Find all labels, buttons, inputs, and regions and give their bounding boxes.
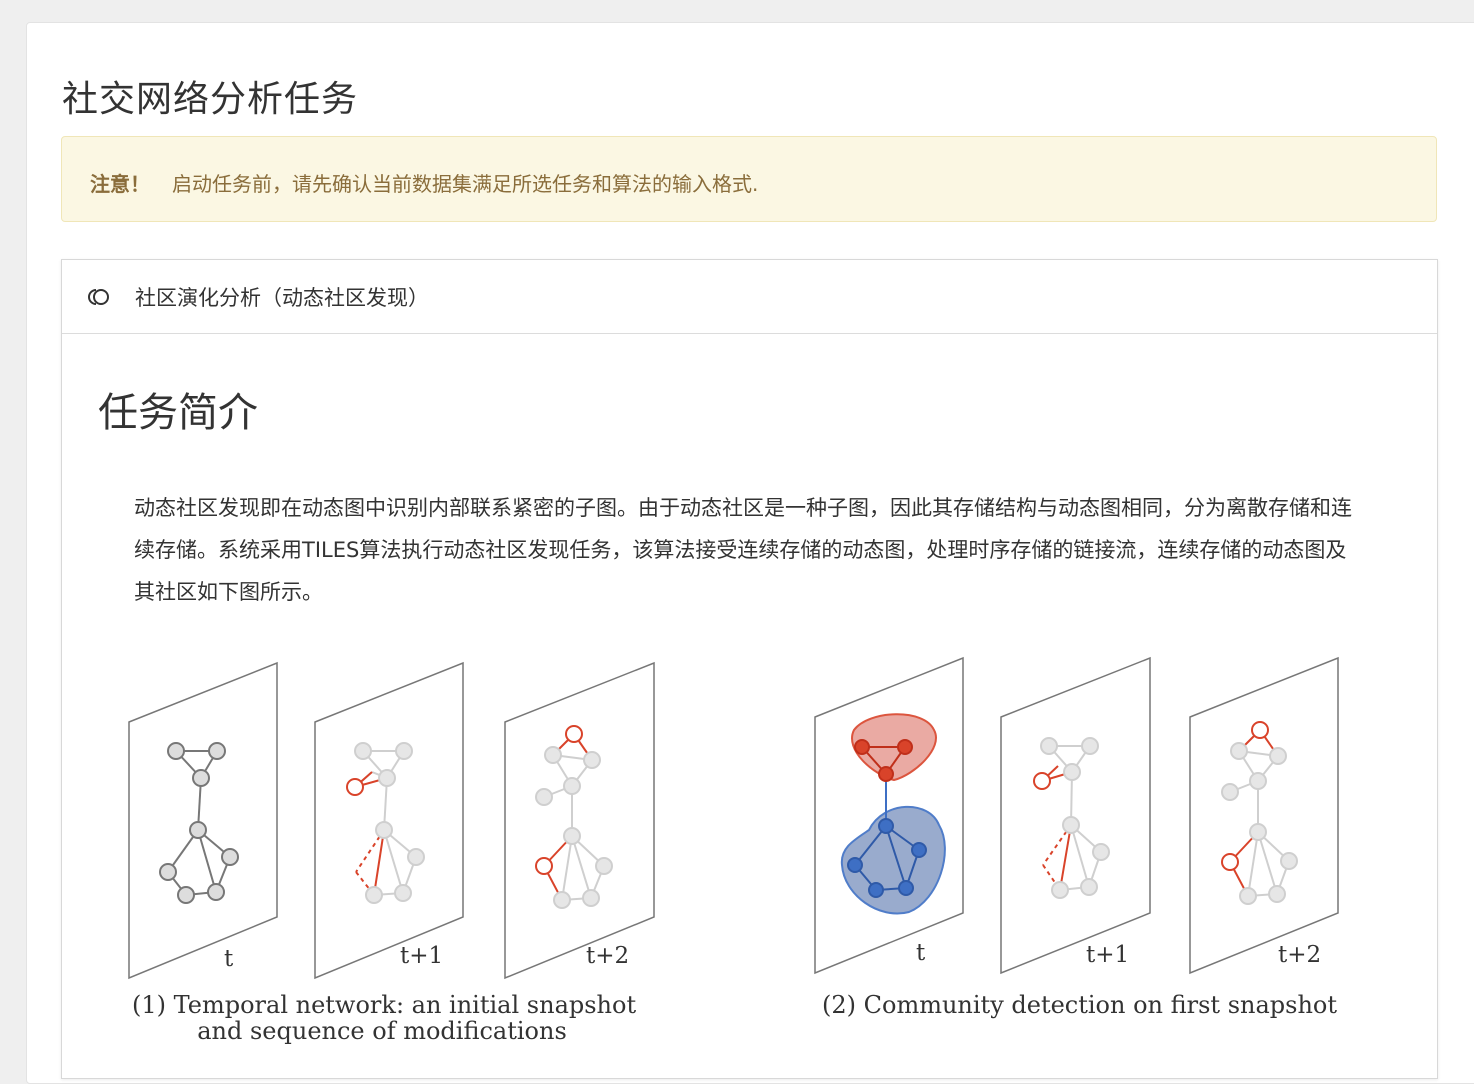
section-title: 任务简介: [98, 390, 258, 436]
frame-label-t1: t+1: [400, 943, 444, 969]
snapshot-plane: [1189, 656, 1339, 975]
panel-title: 社区演化分析（动态社区发现）: [135, 286, 429, 310]
task-panel: 社区演化分析（动态社区发现） 任务简介 动态社区发现即在动态图中识别内部联系紧密…: [61, 259, 1438, 1079]
warning-alert: 注意！ 启动任务前，请先确认当前数据集满足所选任务和算法的输入格式.: [61, 136, 1437, 222]
graph-t: [159, 742, 239, 904]
caption-line: (2) Community detection on first snapsho…: [822, 991, 1338, 1019]
community-rings-icon: [86, 286, 114, 308]
panel-header[interactable]: 社区演化分析（动态社区发现）: [62, 260, 1437, 334]
page-title: 社交网络分析任务: [62, 79, 359, 120]
snapshot-plane: [504, 661, 655, 980]
snapshot-plane: [1000, 656, 1151, 975]
figure-caption-right: (2) Community detection on first snapsho…: [822, 991, 1338, 1019]
alert-message: 启动任务前，请先确认当前数据集满足所选任务和算法的输入格式.: [172, 172, 759, 196]
caption-line: and sequence of modifications: [197, 1017, 567, 1045]
frame-label-t: t: [916, 940, 926, 966]
frame-label-t2: t+2: [586, 943, 630, 969]
frame-label-t2: t+2: [1278, 942, 1322, 968]
snapshot-plane: [314, 661, 464, 980]
alert-strong-label: 注意！: [90, 172, 150, 196]
caption-line: (1) Temporal network: an initial snapsho…: [132, 991, 637, 1019]
frame-label-t: t: [224, 946, 234, 972]
frame-label-t1: t+1: [1086, 942, 1130, 968]
tiles-figure: t t+1 t+2 t t+1 t+2 (1) Temporal network…: [124, 650, 1354, 1070]
figure-caption-left: (1) Temporal network: an initial snapsho…: [132, 991, 637, 1045]
snapshot-plane: [128, 661, 278, 980]
intro-paragraph: 动态社区发现即在动态图中识别内部联系紧密的子图。由于动态社区是一种子图，因此其存…: [134, 496, 1352, 604]
